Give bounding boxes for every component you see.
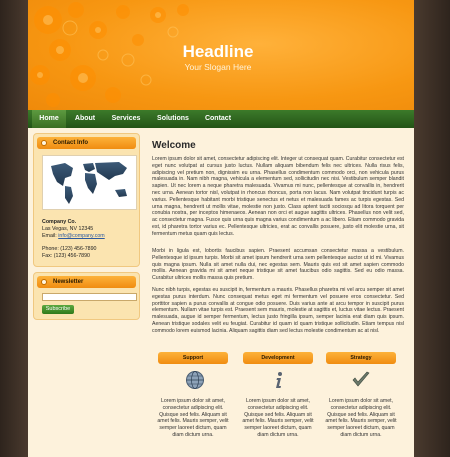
headline: Headline xyxy=(182,42,254,61)
paragraph-3: Nunc nibh turpis, egestas eu suscipit in… xyxy=(152,287,404,334)
fax-number: Fax: (123) 456-7890 xyxy=(42,253,90,259)
strategy-button[interactable]: Strategy xyxy=(326,352,396,364)
left-frame xyxy=(0,0,28,457)
contact-info-title: Contact Info xyxy=(53,140,88,146)
development-text: Lorem ipsum dolor sit amet, consectetur … xyxy=(242,398,314,438)
email-label: Email: xyxy=(42,233,57,239)
slogan: Your Slogan Here xyxy=(184,62,252,72)
info-icon xyxy=(269,370,289,390)
contact-info-box: Contact Info Company Co. Las Vegas, NV 1… xyxy=(33,133,140,267)
bullet-icon xyxy=(41,140,47,146)
world-map-image xyxy=(42,155,137,210)
nav-solutions[interactable]: Solutions xyxy=(152,110,194,128)
phone-number: Phone: (123) 456-7890 xyxy=(42,246,97,252)
company-name: Company Co. xyxy=(42,219,77,225)
nav-services[interactable]: Services xyxy=(106,110,146,128)
checkmark-icon xyxy=(351,370,371,390)
bullet-icon xyxy=(41,279,47,285)
support-button[interactable]: Support xyxy=(158,352,228,364)
page-title: Welcome xyxy=(152,140,196,151)
company-city: Las Vegas, NV 12345 xyxy=(42,226,94,232)
main-nav: Home About Services Solutions Contact xyxy=(28,110,414,128)
contact-info-header: Contact Info xyxy=(37,137,136,149)
nav-home[interactable]: Home xyxy=(32,110,66,128)
development-button[interactable]: Development xyxy=(243,352,313,364)
paragraph-1: Lorem ipsum dolor sit amet, consectetur … xyxy=(152,156,404,237)
strategy-text: Lorem ipsum dolor sit amet, consectetur … xyxy=(325,398,397,438)
subscribe-button[interactable]: Subscribe xyxy=(42,305,74,314)
newsletter-email-input[interactable] xyxy=(42,293,137,301)
paragraph-2: Morbi in ligula est, lobortis faucibus s… xyxy=(152,248,404,282)
nav-contact[interactable]: Contact xyxy=(200,110,236,128)
globe-icon xyxy=(185,370,205,390)
newsletter-box: Newsletter Subscribe xyxy=(33,272,140,320)
header-banner: Headline Your Slogan Here xyxy=(28,0,414,110)
page: Headline Your Slogan Here Home About Ser… xyxy=(28,0,414,457)
nav-about[interactable]: About xyxy=(68,110,102,128)
support-text: Lorem ipsum dolor sit amet, consectetur … xyxy=(157,398,229,438)
email-line: Email: info@company.com xyxy=(42,233,105,239)
email-link[interactable]: info@company.com xyxy=(58,233,105,239)
newsletter-title: Newsletter xyxy=(53,279,84,285)
newsletter-header: Newsletter xyxy=(37,276,136,288)
right-frame xyxy=(414,0,450,457)
